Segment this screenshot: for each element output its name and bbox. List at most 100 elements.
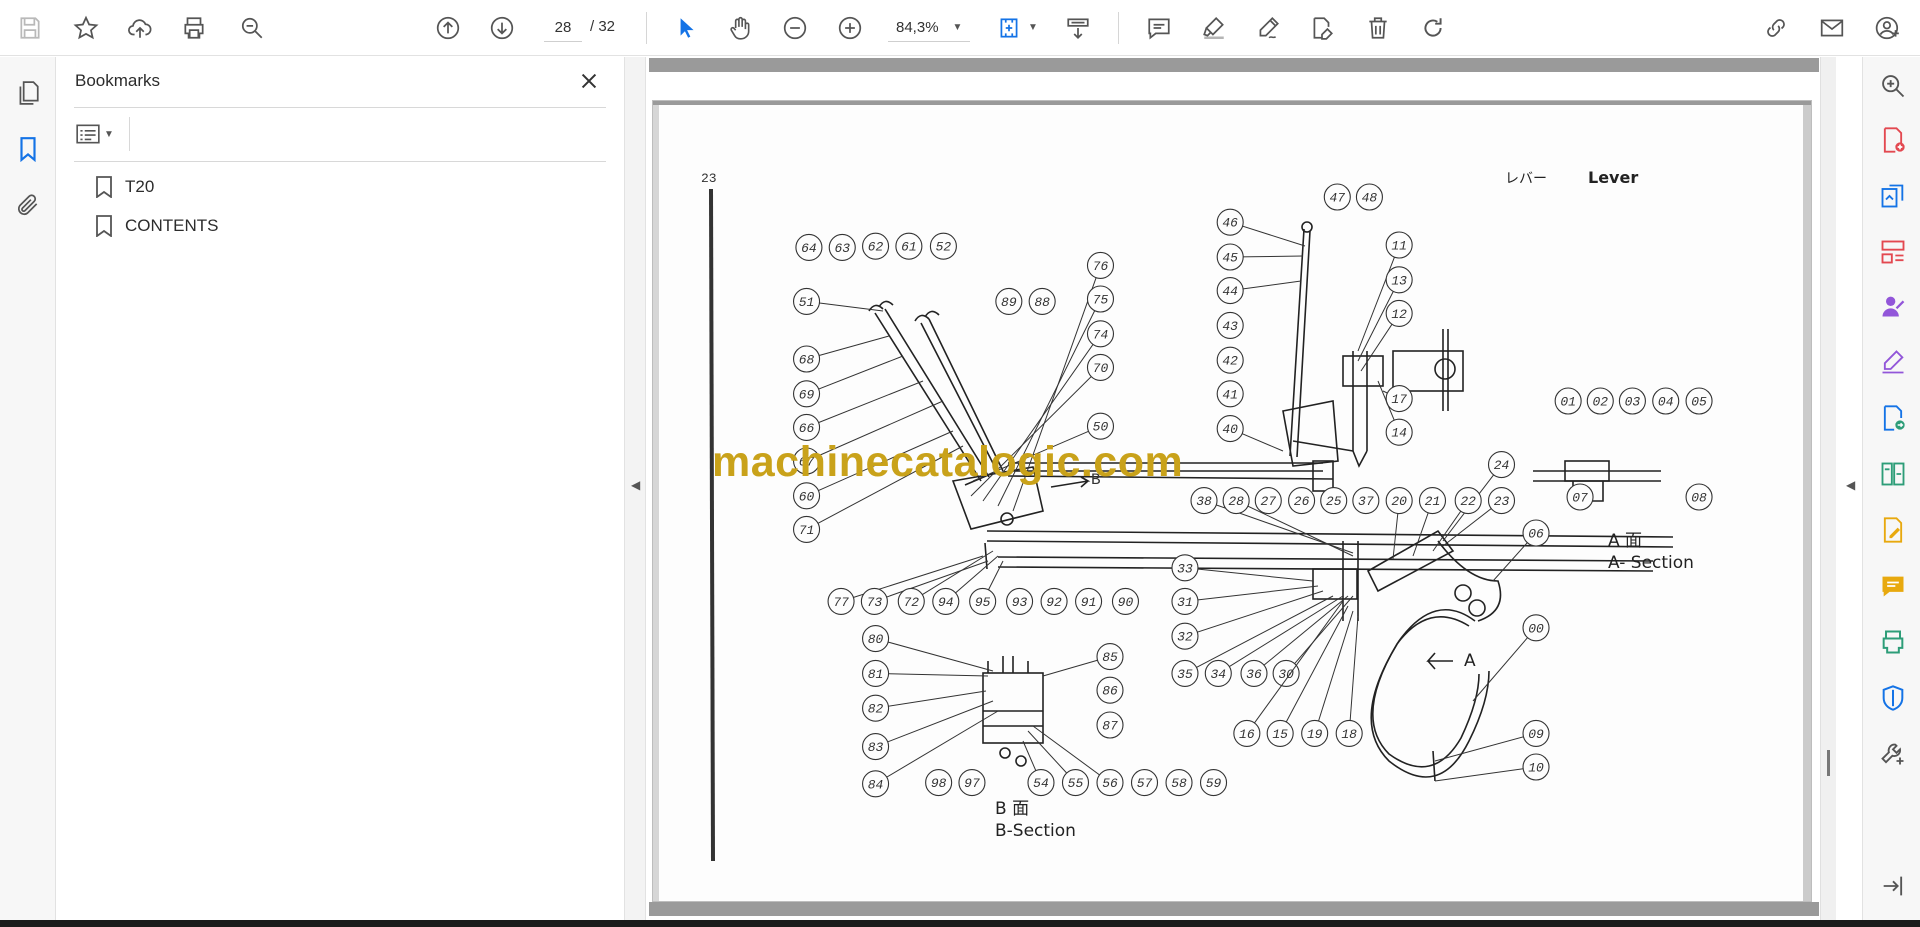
compare-icon[interactable] [1876,457,1910,491]
callout-number: 95 [975,595,991,610]
zoom-level-select[interactable]: 84,3% ▼ [888,14,970,42]
delete-icon[interactable] [1358,8,1398,48]
print-icon[interactable] [174,8,214,48]
zoom-search-icon[interactable] [1876,69,1910,103]
bookmarks-panel: Bookmarks ▼ T20 CONTENTS [57,57,624,927]
callout-number: 59 [1206,776,1222,791]
callout-leader-line [1184,590,1324,637]
callout-number: 88 [1034,295,1050,310]
bookmark-label: CONTENTS [125,216,219,235]
callout-number: 25 [1326,494,1342,509]
comment-icon[interactable] [1139,8,1179,48]
callout-number: 40 [1222,422,1238,437]
account-icon[interactable] [1868,8,1908,48]
edit-stamp-icon[interactable] [1302,8,1342,48]
cloud-upload-icon[interactable] [120,8,160,48]
collapse-right-panel-icon[interactable]: ◀ [1846,478,1855,492]
bookmarks-title: Bookmarks [75,71,161,90]
send-track-icon[interactable] [1876,401,1910,435]
fit-page-icon[interactable] [989,8,1029,48]
hand-icon[interactable] [720,8,760,48]
callout-number: 47 [1329,191,1345,206]
callout-number: 81 [868,667,884,682]
section-a-en: A- Section [1608,553,1694,573]
watermark-text: machinecatalogic.com [712,438,1184,486]
edit-pdf-icon[interactable] [1876,513,1910,547]
bookmark-item[interactable]: T20 [95,172,154,202]
draw-icon[interactable] [1248,8,1288,48]
callout-leader-line [1253,595,1349,674]
callout-number: 54 [1033,776,1049,791]
bookmark-options-button[interactable]: ▼ [75,119,125,149]
callout-number: 24 [1494,458,1510,473]
bookmark-icon [96,215,112,237]
header-english: Lever [1588,168,1638,187]
section-b-en: B-Section [995,821,1076,841]
page-number-input[interactable] [544,14,582,42]
scroll-mode-icon[interactable] [1058,8,1098,48]
scrollbar-thumb[interactable] [1827,750,1830,776]
find-icon[interactable] [232,8,272,48]
rotate-icon[interactable] [1413,8,1453,48]
zoom-in-icon[interactable] [830,8,870,48]
callout-number: 01 [1560,395,1576,410]
callout-number: 58 [1171,776,1187,791]
page-down-icon[interactable] [482,8,522,48]
panel-divider [74,161,606,162]
attachments-icon[interactable] [10,187,46,223]
comment-tool-icon[interactable] [1876,569,1910,603]
star-icon[interactable] [66,8,106,48]
panel-splitter[interactable] [624,57,646,927]
section-b-jp: B 面 [995,799,1029,819]
callout-number: 32 [1177,630,1193,645]
more-tools-icon[interactable] [1876,737,1910,771]
callout-number: 82 [868,702,884,717]
highlight-icon[interactable] [1194,8,1234,48]
print-production-icon[interactable] [1876,625,1910,659]
callout-number: 91 [1081,595,1097,610]
callout-leader-line [875,672,989,677]
vertical-scrollbar[interactable] [1820,57,1836,920]
chevron-down-icon: ▼ [104,128,114,140]
callout-number: 33 [1177,561,1193,576]
callout-number: 16 [1239,727,1255,742]
bookmark-item[interactable]: CONTENTS [95,211,219,241]
email-icon[interactable] [1812,8,1852,48]
page-thumbnails-icon[interactable] [10,75,46,111]
callout-number: 31 [1177,595,1193,610]
fit-page-chevron-icon[interactable]: ▼ [1028,22,1038,33]
callout-number: 06 [1528,527,1544,542]
save-icon[interactable] [10,8,50,48]
binding-line [709,188,715,862]
callout-number: 41 [1222,387,1238,402]
close-icon[interactable] [575,67,603,95]
list-options-icon [76,124,100,144]
create-pdf-icon[interactable] [1876,123,1910,157]
fill-sign-icon[interactable] [1876,345,1910,379]
organize-pages-icon[interactable] [1876,235,1910,269]
b-section-detail [982,656,1044,767]
bookmark-label: T20 [125,177,155,196]
collapse-rail-icon[interactable] [1876,869,1910,903]
callout-number: 34 [1210,667,1226,682]
callout-leader-line [1184,567,1314,582]
share-link-icon[interactable] [1756,8,1796,48]
pointer-icon[interactable] [666,8,706,48]
callout-number: 15 [1272,727,1288,742]
bookmark-panel-icon[interactable] [10,131,46,167]
zoom-out-icon[interactable] [775,8,815,48]
callout-number: 56 [1102,776,1118,791]
callout-number: 70 [1093,361,1109,376]
callout-leader-line [1348,615,1359,734]
callout-leader-line [875,700,994,748]
page-up-icon[interactable] [428,8,468,48]
callout-number: 71 [799,523,815,538]
protect-icon[interactable] [1876,681,1910,715]
callout-number: 42 [1222,354,1238,369]
callout-number: 21 [1425,494,1441,509]
export-pdf-icon[interactable] [1876,179,1910,213]
callout-number: 93 [1012,595,1028,610]
request-signature-icon[interactable] [1876,289,1910,323]
collapse-left-panel-icon[interactable]: ◀ [631,478,640,492]
callout-group: 64 63 62 61 525168696667607189 88767574705046… [793,183,1713,798]
